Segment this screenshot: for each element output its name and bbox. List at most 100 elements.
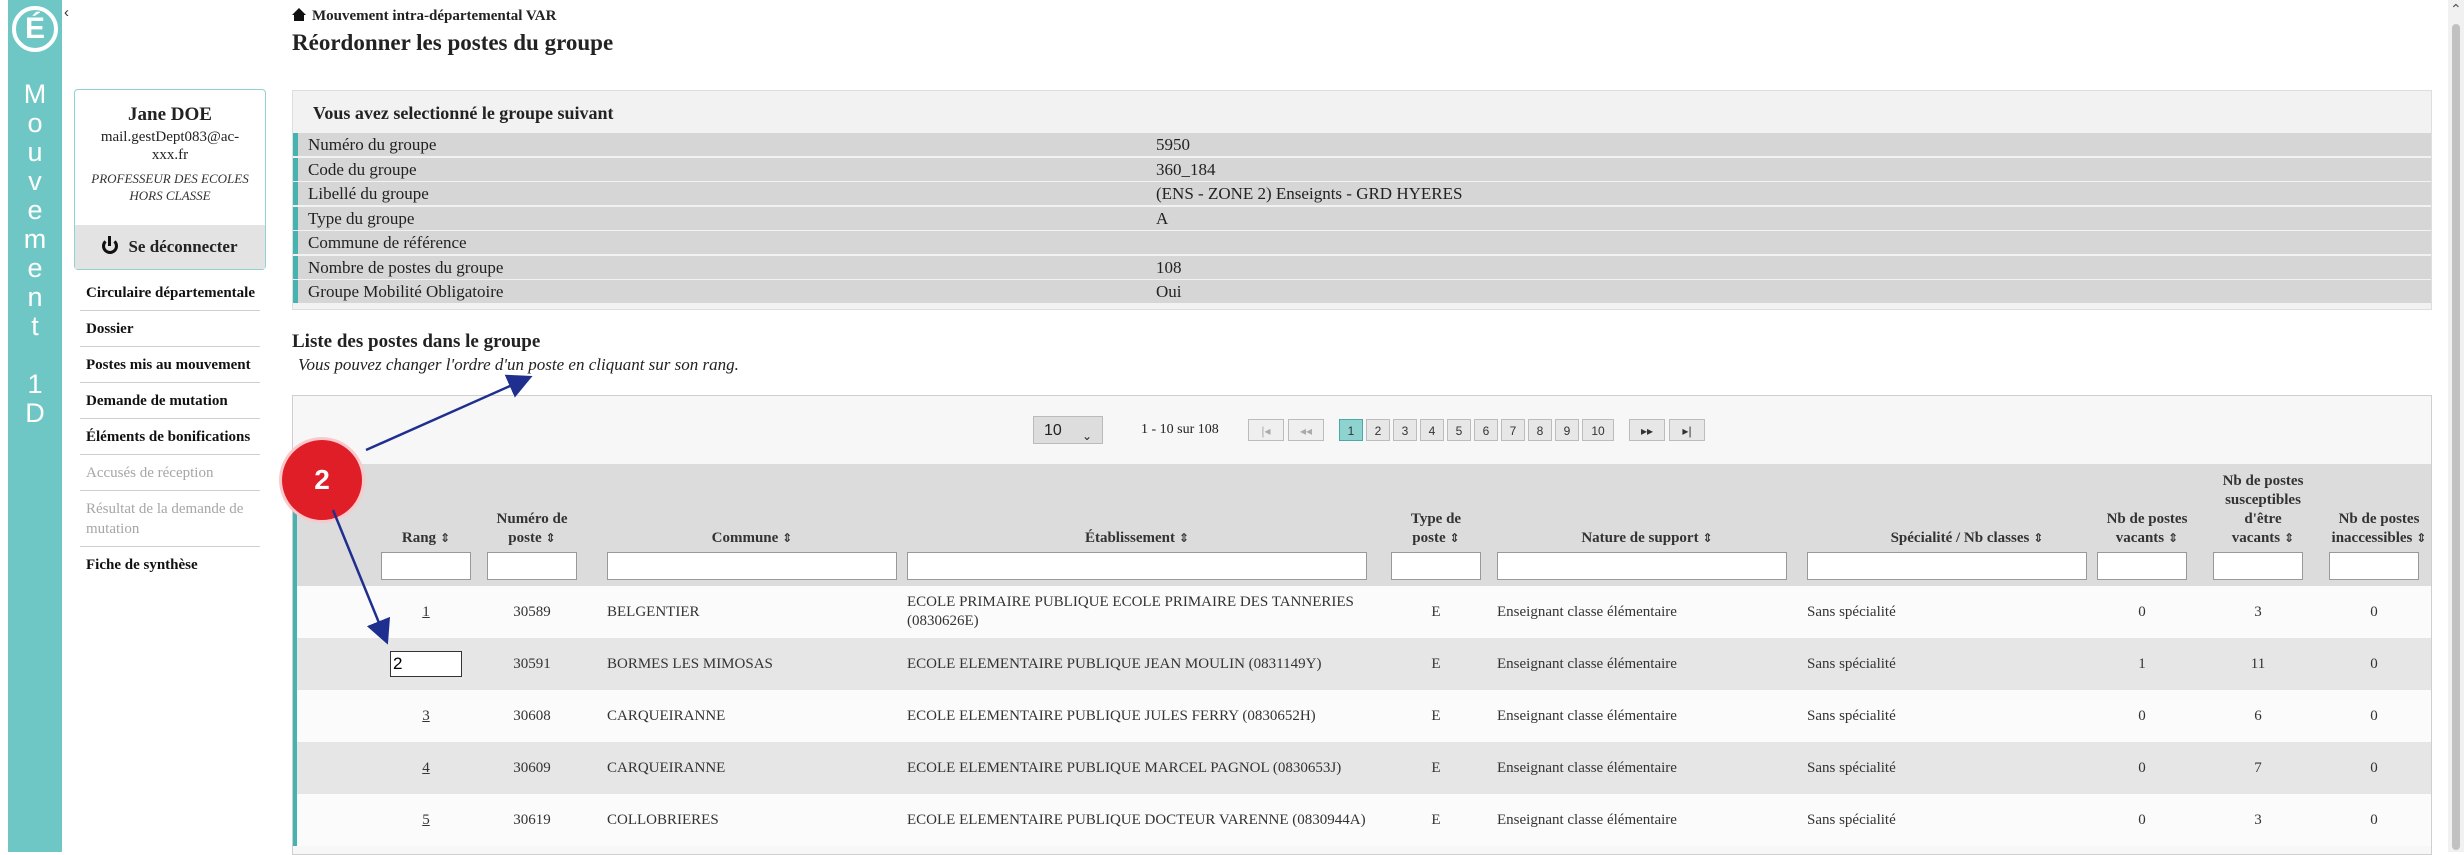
type-cell: E — [1391, 742, 1481, 794]
nav-item: Résultat de la demande de mutation — [80, 499, 260, 547]
page-3-button[interactable]: 3 — [1393, 419, 1417, 441]
column-filter-input[interactable] — [487, 552, 577, 580]
column-header[interactable]: Nature de support ⇕ — [1497, 529, 1797, 548]
brand-letter: M — [23, 79, 47, 109]
sort-icon[interactable]: ⇕ — [1450, 531, 1460, 545]
table-row: 5 30619 COLLOBRIERES ECOLE ELEMENTAIRE PUBL… — [293, 794, 2431, 846]
nature-cell: Enseignant classe élémentaire — [1497, 586, 1787, 638]
sort-icon[interactable]: ⇕ — [2416, 531, 2426, 545]
page-title: Réordonner les postes du groupe — [292, 30, 614, 55]
sort-icon[interactable]: ⇕ — [2168, 531, 2178, 545]
scroll-up-icon[interactable]: ⌃ — [2450, 2, 2462, 18]
column-header[interactable]: Nb de postes susceptibles d'être vacants… — [2213, 472, 2313, 548]
pagination-bar: 10 ⌄ 1 - 10 sur 108 |◂ ◂◂ 1 2 3 4 5 6 7 8 9 10 ▸▸ ▸| — [293, 416, 2431, 450]
sort-icon[interactable]: ⇕ — [440, 531, 450, 545]
page-9-button[interactable]: 9 — [1555, 419, 1579, 441]
vertical-scrollbar[interactable]: ⌃ — [2448, 0, 2464, 852]
table-row: 1 30589 BELGENTIER ECOLE PRIMAIRE PUBLIQUE … — [293, 586, 2431, 638]
commune-cell-text: COLLOBRIERES — [607, 811, 719, 828]
page-6-button[interactable]: 6 — [1474, 419, 1498, 441]
column-filter-input[interactable] — [2097, 552, 2187, 580]
susceptibles-cell-text: 6 — [2254, 707, 2262, 724]
column-header[interactable]: Nb de postes vacants ⇕ — [2097, 510, 2197, 548]
nav-item[interactable]: Éléments de bonifications — [80, 427, 260, 455]
page-1-button[interactable]: 1 — [1339, 419, 1363, 441]
group-info-value: 5950 — [1156, 135, 1190, 154]
page-10-button[interactable]: 10 — [1582, 419, 1614, 441]
inaccessibles-cell: 0 — [2329, 638, 2419, 690]
group-info-label: Libellé du groupe — [308, 184, 429, 203]
user-name: Jane DOE — [128, 104, 212, 125]
user-card: Jane DOE mail.gestDept083@ac-xxx.fr PROF… — [74, 89, 266, 270]
logout-button[interactable]: Se déconnecter — [75, 225, 265, 269]
rank-cell: 4 — [381, 742, 471, 794]
column-header-label: Nb de postes inaccessibles — [2331, 511, 2420, 546]
etablissement-cell-text: ECOLE ELEMENTAIRE PUBLIQUE JULES FERRY (… — [907, 707, 1316, 724]
column-filter-input[interactable] — [1497, 552, 1787, 580]
sort-icon[interactable]: ⇕ — [1179, 531, 1189, 545]
page-5-button[interactable]: 5 — [1447, 419, 1471, 441]
column-header[interactable]: Établissement ⇕ — [907, 529, 1367, 548]
sort-icon[interactable]: ⇕ — [546, 531, 556, 545]
page-size-value: 10 — [1044, 422, 1062, 439]
column-filter-input[interactable] — [381, 552, 471, 580]
type-cell: E — [1391, 794, 1481, 846]
group-info-value: 108 — [1156, 257, 1182, 277]
column-header[interactable]: Rang ⇕ — [381, 529, 471, 548]
specialite-cell: Sans spécialité — [1807, 742, 2087, 794]
group-info-row: Type du groupe A — [293, 206, 2431, 230]
rank-link[interactable]: 1 — [422, 604, 430, 621]
nav-item[interactable]: Demande de mutation — [80, 391, 260, 419]
column-header[interactable]: Spécialité / Nb classes ⇕ — [1807, 529, 2127, 548]
brand-letter: D — [25, 398, 45, 428]
page-2-button[interactable]: 2 — [1366, 419, 1390, 441]
first-page-button[interactable]: |◂ — [1248, 419, 1284, 441]
page-size-select[interactable]: 10 ⌄ — [1033, 416, 1103, 444]
column-header-label: Nature de support — [1581, 530, 1699, 546]
column-filter-input[interactable] — [1391, 552, 1481, 580]
page-7-button[interactable]: 7 — [1501, 419, 1525, 441]
collapse-menu-icon[interactable]: ‹ — [64, 4, 69, 21]
specialite-cell-text: Sans spécialité — [1807, 707, 1896, 724]
poste-number-cell: 30619 — [487, 794, 577, 846]
type-cell-text: E — [1431, 707, 1441, 724]
nature-cell-text: Enseignant classe élémentaire — [1497, 759, 1677, 776]
group-info-label: Commune de référence — [308, 233, 467, 252]
column-header[interactable]: Nb de postes inaccessibles ⇕ — [2329, 510, 2429, 548]
sort-icon[interactable]: ⇕ — [2284, 531, 2294, 545]
column-header[interactable]: Commune ⇕ — [607, 529, 897, 548]
brand-letter: e — [27, 253, 43, 283]
sort-icon[interactable]: ⇕ — [2033, 531, 2043, 545]
scrollbar-thumb[interactable] — [2452, 24, 2460, 850]
app-name-vertical: Mouvement1D — [8, 80, 62, 428]
column-header[interactable]: Numéro de poste ⇕ — [487, 510, 577, 548]
rank-input[interactable] — [390, 651, 462, 677]
nav-item[interactable]: Fiche de synthèse — [80, 555, 260, 582]
sort-icon[interactable]: ⇕ — [782, 531, 792, 545]
home-icon[interactable] — [292, 8, 306, 21]
rank-link[interactable]: 4 — [422, 760, 430, 777]
user-role: PROFESSEUR DES ECOLES HORS CLASSE — [91, 171, 249, 203]
previous-page-button[interactable]: ◂◂ — [1288, 419, 1324, 441]
group-info-label: Code du groupe — [308, 159, 417, 179]
nav-item[interactable]: Circulaire départementale — [80, 283, 260, 311]
nav-item[interactable]: Postes mis au mouvement — [80, 355, 260, 383]
sort-icon[interactable]: ⇕ — [1703, 531, 1713, 545]
column-filter-input[interactable] — [907, 552, 1367, 580]
column-filter-input[interactable] — [2329, 552, 2419, 580]
column-header[interactable]: Type de poste ⇕ — [1391, 510, 1481, 548]
next-page-button[interactable]: ▸▸ — [1629, 419, 1665, 441]
last-page-button[interactable]: ▸| — [1669, 419, 1705, 441]
page-8-button[interactable]: 8 — [1528, 419, 1552, 441]
column-filter-input[interactable] — [607, 552, 897, 580]
column-filter-input[interactable] — [1807, 552, 2087, 580]
column-filter-input[interactable] — [2213, 552, 2303, 580]
type-cell-text: E — [1431, 811, 1441, 828]
nav-item[interactable]: Dossier — [80, 319, 260, 347]
page-4-button[interactable]: 4 — [1420, 419, 1444, 441]
rank-link[interactable]: 3 — [422, 708, 430, 725]
table-body: 1 30589 BELGENTIER ECOLE PRIMAIRE PUBLIQUE … — [293, 586, 2431, 846]
rank-link[interactable]: 5 — [422, 812, 430, 829]
commune-cell: CARQUEIRANNE — [607, 742, 887, 794]
etablissement-cell: ECOLE ELEMENTAIRE PUBLIQUE MARCEL PAGNOL… — [907, 742, 1367, 794]
